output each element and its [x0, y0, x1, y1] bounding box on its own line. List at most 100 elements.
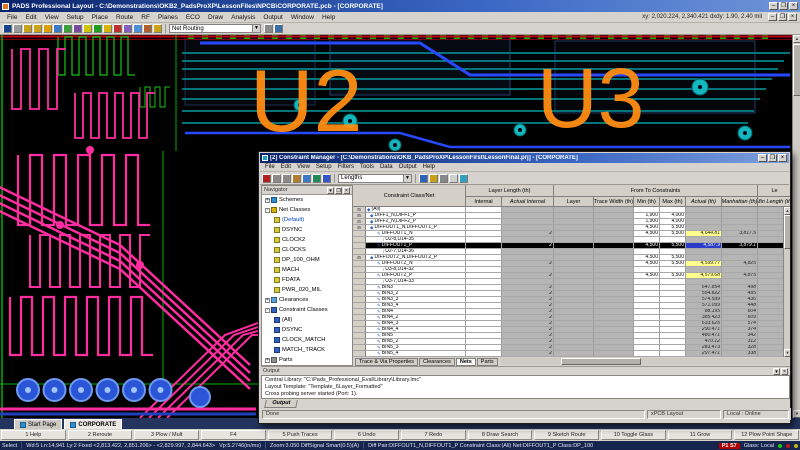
fkey-f4[interactable]: F4 [201, 430, 266, 440]
output-pane[interactable]: Central Library: "C:\Pads_Professional_E… [261, 375, 790, 399]
tree-expand-icon[interactable]: + [265, 198, 270, 203]
menu-window[interactable]: Window [287, 13, 318, 22]
new-window-icon[interactable] [419, 174, 428, 183]
display-icon[interactable] [312, 174, 321, 183]
cm-menu-edit[interactable]: Edit [278, 164, 294, 170]
tree-expand-icon[interactable]: + [265, 358, 270, 363]
grid-column-header[interactable]: Max (th) [660, 197, 686, 207]
grid-column-header[interactable]: Manhattan (th) [722, 197, 758, 207]
fkey-5-push-traces[interactable]: 5 Push Traces [268, 430, 333, 440]
fkey-8-draw-search[interactable]: 8 Draw Search [468, 430, 533, 440]
edit-icon[interactable] [449, 174, 458, 183]
cm-menu-file[interactable]: File [262, 164, 278, 170]
nav-item-constraint-classes[interactable]: -Constraint Classes [262, 305, 352, 315]
sheet-tab-clearances[interactable]: Clearances [419, 358, 455, 366]
chevron-down-icon[interactable]: ▼ [252, 25, 260, 32]
nav-item-schemes[interactable]: +Schemes [262, 195, 352, 205]
cm-close-button[interactable]: × [778, 154, 787, 162]
fkey-11-grow[interactable]: 11 Grow [668, 430, 733, 440]
diamond-yellow-icon[interactable] [103, 24, 112, 33]
close-icon[interactable]: × [343, 187, 350, 194]
menu-rf[interactable]: RF [137, 13, 154, 22]
fkey-1-help[interactable]: 1 Help [1, 430, 66, 440]
scroll-up-icon[interactable]: ▲ [793, 35, 800, 43]
fkey-6-undo[interactable]: 6 Undo [334, 430, 399, 440]
export-icon[interactable] [153, 24, 162, 33]
doc-tab-corporate[interactable]: CORPORATE [64, 419, 122, 429]
copy-icon[interactable] [282, 174, 291, 183]
menu-file[interactable]: File [3, 13, 21, 22]
menu-analysis[interactable]: Analysis [227, 13, 259, 22]
mdi-minimize-button[interactable]: – [768, 13, 777, 21]
cut-icon[interactable] [272, 174, 281, 183]
palette-icon[interactable] [439, 174, 448, 183]
nav-item-fdata[interactable]: FDATA [262, 275, 352, 285]
layers-icon[interactable] [73, 24, 82, 33]
netlist-icon[interactable] [133, 24, 142, 33]
nav-item--default-[interactable]: (Default) [262, 215, 352, 225]
sheet-tab-parts[interactable]: Parts [477, 358, 498, 366]
menu-draw[interactable]: Draw [204, 13, 227, 22]
menu-help[interactable]: Help [318, 13, 339, 22]
sheet-tab-nets[interactable]: Nets [456, 358, 476, 366]
restore-button[interactable]: ❐ [779, 2, 788, 10]
hazard-icon[interactable] [83, 24, 92, 33]
tree-expand-icon[interactable]: + [265, 298, 270, 303]
grid-icon[interactable] [63, 24, 72, 33]
pin-icon[interactable]: ▾ [327, 187, 334, 194]
grid-column-header[interactable]: Trace Width (th) [594, 197, 634, 207]
output-tab[interactable]: Output [264, 400, 298, 408]
nav-item-clock-match[interactable]: CLOCK_MATCH [262, 335, 352, 345]
paste-icon[interactable] [292, 174, 301, 183]
menu-route[interactable]: Route [112, 13, 137, 22]
pin-icon[interactable]: ▾ [773, 368, 780, 375]
grid-column-header[interactable]: Min Length (th) [758, 197, 790, 207]
scrollbar-thumb[interactable] [793, 44, 800, 96]
sync-icon[interactable] [459, 174, 468, 183]
menu-eco[interactable]: ECO [182, 13, 204, 22]
place-part-icon[interactable] [43, 24, 52, 33]
nav-item-net-classes[interactable]: -Net Classes [262, 205, 352, 215]
cm-menu-help[interactable]: Help [420, 164, 438, 170]
grid-column-header[interactable]: Layer [554, 197, 594, 207]
fkey-2-reroute[interactable]: 2 Reroute [68, 430, 133, 440]
menu-view[interactable]: View [41, 13, 63, 22]
tree-expand-icon[interactable]: - [265, 208, 270, 213]
cm-minimize-button[interactable]: – [758, 154, 767, 162]
nav-item-clearances[interactable]: +Clearances [262, 295, 352, 305]
drc-icon[interactable] [113, 24, 122, 33]
cm-menu-output[interactable]: Output [396, 164, 420, 170]
bookmark-icon[interactable] [429, 174, 438, 183]
nav-item-clock2[interactable]: CLOCK2 [262, 235, 352, 245]
cm-menu-data[interactable]: Data [377, 164, 396, 170]
cm-view-dropdown[interactable]: Lengths ▼ [338, 174, 412, 183]
menu-output[interactable]: Output [259, 13, 287, 22]
mdi-close-button[interactable]: × [788, 13, 797, 21]
measure-icon[interactable] [123, 24, 132, 33]
nav-item-match-track[interactable]: MATCH_TRACK [262, 345, 352, 355]
cm-title-bar[interactable]: [2] Constraint Manager - [C:\Demonstrati… [260, 153, 789, 163]
route-icon[interactable] [53, 24, 62, 33]
grid-horizontal-scrollbar[interactable] [501, 358, 788, 365]
pan-icon[interactable] [264, 24, 273, 33]
nav-item-mach[interactable]: MACH [262, 265, 352, 275]
diamond-green-icon[interactable] [93, 24, 102, 33]
minimize-button[interactable]: – [769, 2, 778, 10]
scroll-down-icon[interactable]: ▼ [784, 349, 790, 357]
mdi-restore-button[interactable]: ❐ [778, 13, 787, 21]
apply-icon[interactable] [262, 174, 271, 183]
float-icon[interactable]: ❐ [335, 187, 342, 194]
fkey-3-plow-mult[interactable]: 3 Plow / Mult [134, 430, 199, 440]
tree-expand-icon[interactable]: - [265, 308, 270, 313]
menu-place[interactable]: Place [88, 13, 112, 22]
fkey-12-plow-point-shape[interactable]: 12 Plow Point Shape [734, 430, 799, 440]
scrollbar-thumb[interactable] [784, 215, 790, 249]
cm-restore-button[interactable]: ❐ [768, 154, 777, 162]
save-icon[interactable] [3, 24, 12, 33]
menu-edit[interactable]: Edit [21, 13, 40, 22]
grid-vertical-scrollbar[interactable]: ▲ ▼ [783, 207, 790, 357]
grid-column-header[interactable]: Min (th) [634, 197, 660, 207]
nav-item-dp-100-ohm[interactable]: DP_100_OHM [262, 255, 352, 265]
nav-item-clocks[interactable]: CLOCKS [262, 245, 352, 255]
nav-item-dsync[interactable]: DSYNC [262, 225, 352, 235]
